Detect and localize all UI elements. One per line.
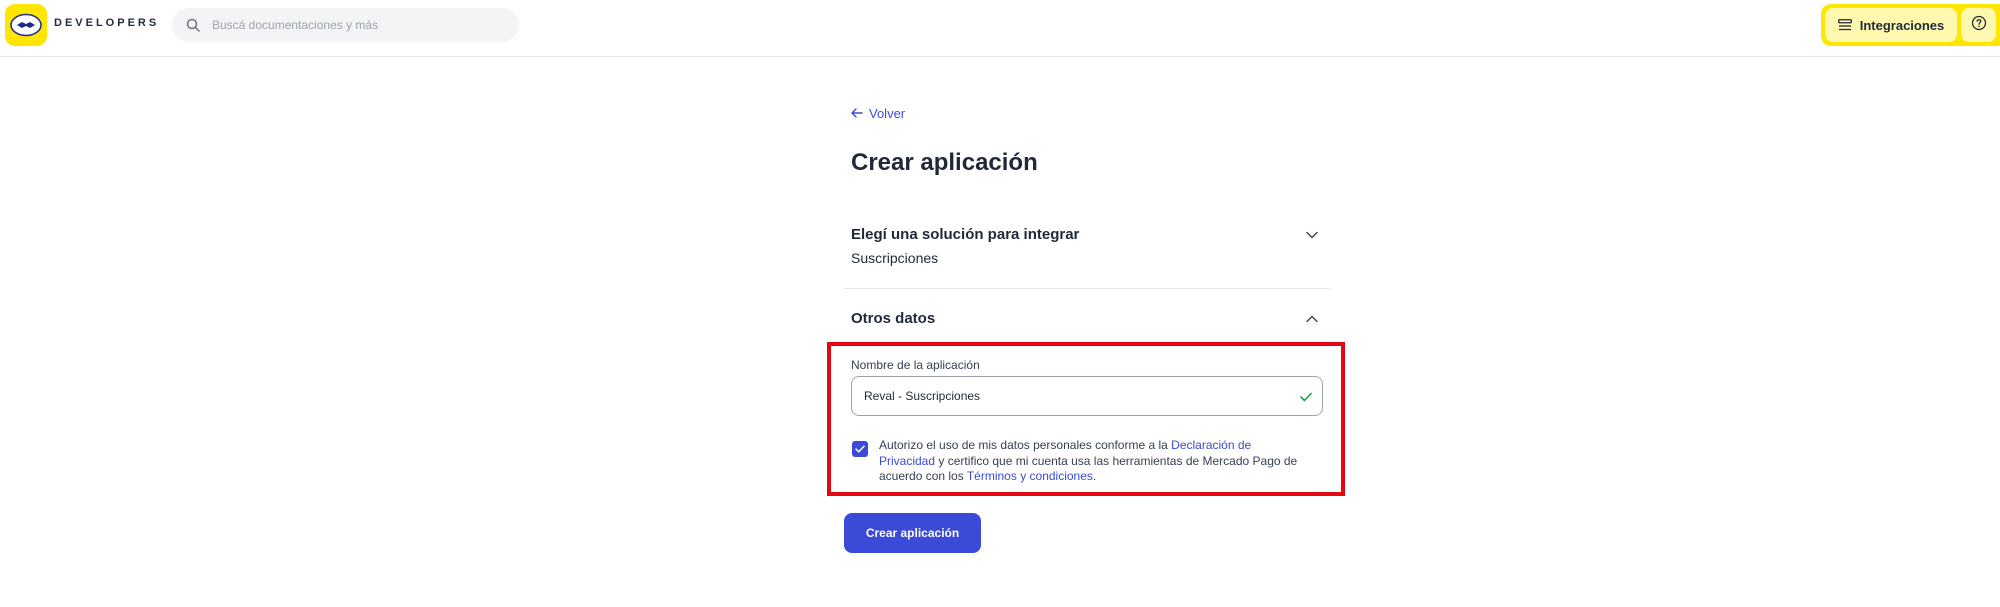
search-bar[interactable] <box>172 8 519 42</box>
back-label: Volver <box>869 105 906 121</box>
header-actions: Integraciones <box>1821 4 2000 46</box>
back-link[interactable]: Volver <box>851 105 905 121</box>
chevron-down-icon[interactable] <box>1306 226 1318 244</box>
mercadopago-logo[interactable] <box>5 4 47 46</box>
help-button[interactable] <box>1961 8 1996 42</box>
help-icon <box>1971 15 1987 36</box>
search-icon <box>184 16 202 34</box>
other-data-section-title[interactable]: Otros datos <box>851 310 935 327</box>
brand-name[interactable]: DEVELOPERS <box>54 17 159 29</box>
list-icon <box>1837 19 1852 31</box>
check-icon <box>855 445 865 453</box>
section-divider <box>844 288 1330 289</box>
consent-checkbox[interactable] <box>852 441 868 457</box>
app-name-field[interactable] <box>851 376 1323 416</box>
search-input[interactable] <box>210 17 504 33</box>
check-icon <box>1300 389 1312 407</box>
create-app-button[interactable]: Crear aplicación <box>844 513 981 553</box>
integraciones-label: Integraciones <box>1859 17 1945 33</box>
arrow-left-icon <box>851 105 863 121</box>
terms-link[interactable]: Términos y condiciones <box>967 469 1093 483</box>
app-name-input[interactable] <box>862 388 1286 404</box>
solution-section-value: Suscripciones <box>851 250 939 266</box>
top-bar: DEVELOPERS Integraciones <box>0 0 2000 57</box>
consent-text: Autorizo el uso de mis datos personales … <box>879 438 1299 485</box>
page-title: Crear aplicación <box>851 149 1038 176</box>
consent-text-3: . <box>1092 469 1097 483</box>
logo-handshake-icon <box>10 13 42 37</box>
consent-text-1: Autorizo el uso de mis datos personales … <box>879 438 1172 452</box>
chevron-up-icon[interactable] <box>1306 310 1318 328</box>
integraciones-button[interactable]: Integraciones <box>1825 8 1957 42</box>
app-name-label: Nombre de la aplicación <box>851 358 980 372</box>
solution-section-title[interactable]: Elegí una solución para integrar <box>851 226 1079 243</box>
